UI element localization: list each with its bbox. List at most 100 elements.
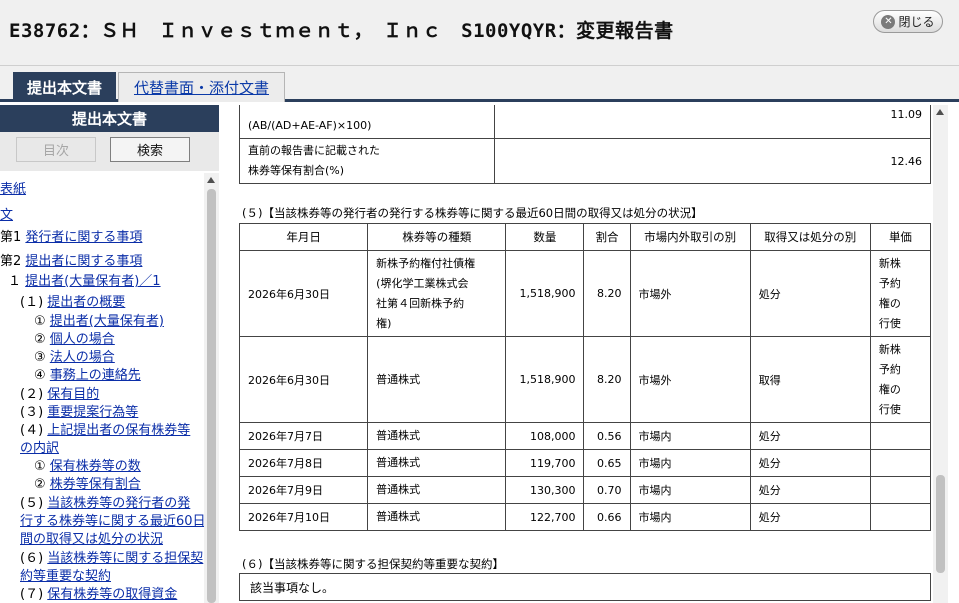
toc-item-link[interactable]: 保有株券等の取得資金: [47, 587, 177, 602]
toc-item-link[interactable]: 上記提出者の保有株券等: [47, 423, 190, 438]
toc-item[interactable]: 第2 提出者に関する事項: [0, 253, 142, 271]
ratio-cell: 8.20: [583, 336, 631, 423]
security-type-cell-line: 普通株式: [376, 372, 421, 386]
toc-button[interactable]: 目次: [16, 137, 96, 162]
toc-item-link[interactable]: 個人の場合: [50, 332, 115, 347]
security-type-cell-line: 普通株式: [376, 456, 421, 469]
toc-item-link[interactable]: 提出者(大量保有者): [50, 314, 164, 329]
column-header: 数量: [505, 223, 585, 251]
toc-item-link[interactable]: 重要提案行為等: [47, 405, 138, 420]
scroll-up-arrow-icon[interactable]: [207, 177, 215, 183]
date-cell: 2026年7月8日: [238, 449, 369, 477]
table-row: 2026年6月30日 新株予約権付社債権 (堺化学工業株式会 社第４回新株予約 権) 1,…: [238, 250, 932, 337]
toc-item-link[interactable]: 約等重要な契約: [20, 569, 111, 584]
column-header: 取得又は処分の別: [749, 223, 871, 251]
action-cell: 取得: [749, 336, 871, 423]
toc-item-link[interactable]: 法人の場合: [50, 350, 115, 365]
toc-item[interactable]: ③ 法人の場合: [34, 349, 115, 367]
security-type-cell: 普通株式: [367, 449, 507, 477]
close-button[interactable]: ✕ 閉じる: [873, 10, 943, 33]
tab-main-document[interactable]: 提出本文書: [13, 72, 116, 102]
main-scroll-thumb[interactable]: [936, 475, 945, 573]
table-row: 2026年6月30日 普通株式 1,518,900 8.20 市場外 取得 新株 予約 権の 行使: [238, 336, 932, 423]
toc-item[interactable]: ① 提出者(大量保有者): [34, 313, 164, 331]
toc-item-link[interactable]: 表紙: [0, 182, 26, 197]
toc-item[interactable]: ② 個人の場合: [34, 331, 115, 349]
toc-item[interactable]: (２) 保有目的: [20, 386, 99, 404]
toc-item[interactable]: 表紙: [0, 181, 26, 199]
unit-price-cell-line: 権の: [878, 382, 901, 396]
unit-price-cell-line: 行使: [878, 402, 901, 416]
toc-item[interactable]: ② 株券等保有割合: [34, 476, 141, 494]
toc-item[interactable]: (１) 提出者の概要: [20, 294, 125, 312]
column-header: 市場内外取引の別: [629, 223, 751, 251]
quantity-cell: 119,700: [505, 449, 585, 477]
date-cell: 2026年6月30日: [238, 250, 369, 337]
toc-item-link[interactable]: 事務上の連絡先: [50, 368, 141, 383]
toc-item-link[interactable]: 文: [0, 208, 13, 223]
toc-item[interactable]: 文: [0, 207, 13, 225]
toc-item-prefix: (７): [20, 587, 48, 602]
toc-item[interactable]: 約等重要な契約: [20, 568, 111, 586]
sidebar-toolbar: 目次 検索: [0, 132, 219, 171]
main-scrollbar[interactable]: [933, 105, 948, 603]
security-type-cell: 普通株式: [367, 422, 507, 450]
scroll-up-arrow-icon[interactable]: [936, 109, 944, 115]
table-of-contents: 表紙文第1 発行者に関する事項 第2 提出者に関する事項 １ 提出者(大量保有者)／…: [0, 173, 204, 603]
toc-item-prefix: (４): [20, 423, 48, 438]
toc-item[interactable]: 第1 発行者に関する事項: [0, 229, 142, 247]
toc-item-link[interactable]: 当該株券等に関する担保契: [47, 551, 203, 566]
close-icon: ✕: [881, 14, 896, 29]
toc-item-link[interactable]: 株券等保有割合: [50, 477, 141, 492]
toc-item[interactable]: (４) 上記提出者の保有株券等: [20, 422, 190, 440]
toc-item-link[interactable]: 当該株券等の発行者の発: [47, 496, 190, 511]
security-type-cell-line: 普通株式: [376, 429, 421, 442]
table-row: 2026年7月9日 普通株式 130,300 0.70 市場内 処分: [238, 476, 932, 504]
security-type-cell-line: 普通株式: [376, 510, 421, 523]
toc-item-link[interactable]: 行する株券等に関する最近60日: [20, 514, 204, 529]
sidebar-scrollbar[interactable]: [204, 173, 219, 603]
toc-item-prefix: 第2: [0, 254, 26, 269]
market-cell: 市場内: [629, 503, 751, 531]
ratio-label-line: 直前の報告書に記載された: [248, 144, 380, 157]
search-button[interactable]: 検索: [110, 137, 190, 162]
security-type-cell: 普通株式: [367, 476, 507, 504]
pledge-contract-box: 該当事項なし。: [239, 573, 931, 601]
toc-item-link[interactable]: 発行者に関する事項: [25, 230, 142, 245]
action-cell: 処分: [749, 250, 871, 337]
unit-price-cell: [869, 422, 932, 450]
unit-price-cell: [869, 476, 932, 504]
toc-item[interactable]: (６) 当該株券等に関する担保契: [20, 550, 203, 568]
ratio-value-cell: 11.09: [494, 105, 931, 139]
toc-item[interactable]: １ 提出者(大量保有者)／1: [8, 273, 161, 291]
toc-item-link[interactable]: の内訳: [20, 441, 59, 456]
window-edge: [948, 105, 959, 603]
tab-attachments[interactable]: 代替書面・添付文書: [118, 72, 285, 102]
toc-item[interactable]: 間の取得又は処分の状況: [20, 531, 163, 549]
table-row: 2026年7月7日 普通株式 108,000 0.56 市場内 処分: [238, 422, 932, 450]
toc-item[interactable]: ④ 事務上の連絡先: [34, 367, 141, 385]
toc-item-link[interactable]: 提出者に関する事項: [25, 254, 142, 269]
security-type-cell-line: 普通株式: [376, 483, 421, 496]
unit-price-cell: 新株 予約 権の 行使: [869, 250, 932, 337]
sidebar-heading: 提出本文書: [0, 105, 219, 132]
toc-item-prefix: ④: [34, 368, 50, 383]
toc-item[interactable]: ① 保有株券等の数: [34, 458, 141, 476]
sidebar: 提出本文書 目次 検索 表紙文第1 発行者に関する事項 第2 提出者に関する事項 １…: [0, 105, 219, 603]
toc-item-prefix: (１): [20, 295, 48, 310]
date-cell: 2026年7月10日: [238, 503, 369, 531]
toc-item[interactable]: (５) 当該株券等の発行者の発: [20, 495, 190, 513]
toc-item[interactable]: の内訳: [20, 440, 59, 458]
toc-item[interactable]: 行する株券等に関する最近60日: [20, 513, 204, 531]
unit-price-cell: [869, 449, 932, 477]
market-cell: 市場内: [629, 476, 751, 504]
sidebar-scroll-thumb[interactable]: [207, 189, 216, 603]
toc-item-link[interactable]: 提出者の概要: [47, 295, 125, 310]
toc-item-link[interactable]: 保有目的: [47, 387, 99, 402]
toc-item[interactable]: (３) 重要提案行為等: [20, 404, 138, 422]
toc-item-link[interactable]: 提出者(大量保有者)／1: [25, 274, 160, 289]
toc-item-link[interactable]: 間の取得又は処分の状況: [20, 532, 163, 547]
toc-item[interactable]: (７) 保有株券等の取得資金: [20, 586, 177, 603]
toc-item-link[interactable]: 保有株券等の数: [50, 459, 141, 474]
date-cell: 2026年7月7日: [238, 422, 369, 450]
